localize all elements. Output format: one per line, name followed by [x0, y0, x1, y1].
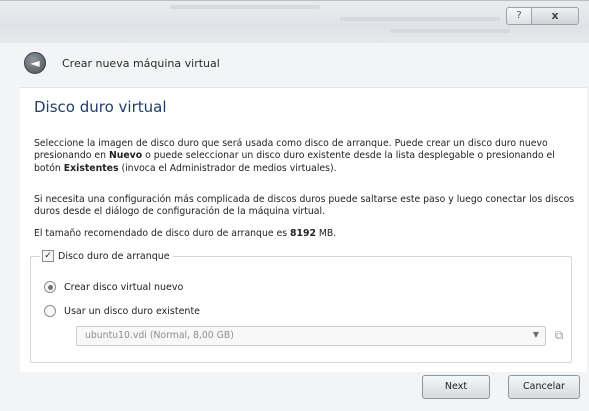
background-blur	[390, 29, 510, 33]
selected-disk-value: ubuntu10.vdi (Normal, 8,00 GB)	[85, 330, 234, 341]
wizard-window: ? x ◄ Crear nueva máquina virtual Disco …	[0, 0, 589, 411]
background-blur	[170, 5, 320, 9]
advanced-note-paragraph: Si necesita una configuración más compli…	[34, 194, 575, 218]
close-button[interactable]: x	[531, 7, 579, 25]
bold-nuevo: Nuevo	[108, 150, 143, 162]
help-button[interactable]: ?	[506, 7, 531, 25]
title-bar: ? x	[0, 1, 589, 43]
checkbox-checked-icon[interactable]: ✓	[42, 250, 54, 262]
wizard-title: Crear nueva máquina virtual	[62, 57, 220, 70]
next-button[interactable]: Next	[422, 375, 490, 399]
bold-existentes: Existentes	[63, 162, 119, 174]
existing-disk-select[interactable]: ubuntu10.vdi (Normal, 8,00 GB) ▼	[76, 326, 546, 346]
description-paragraph: Seleccione la imagen de disco duro que s…	[34, 138, 555, 174]
radio-create-new-disk[interactable]: Crear disco virtual nuevo	[44, 281, 183, 293]
radio-unselected-icon[interactable]	[44, 305, 56, 317]
recommended-size-value: 8192	[290, 228, 316, 239]
boot-disk-label: Disco duro de arranque	[58, 250, 170, 262]
radio-selected-icon[interactable]	[44, 281, 56, 293]
boot-disk-checkbox[interactable]: ✓ Disco duro de arranque	[40, 250, 173, 262]
wizard-page: Disco duro virtual Seleccione la imagen …	[20, 87, 587, 372]
page-title: Disco duro virtual	[34, 98, 167, 116]
folder-open-icon[interactable]: ⧉	[550, 326, 568, 344]
back-arrow-icon[interactable]: ◄	[24, 52, 46, 74]
radio-create-new-label: Crear disco virtual nuevo	[64, 281, 184, 293]
chevron-down-icon[interactable]: ▼	[533, 330, 539, 339]
radio-use-existing-disk[interactable]: Usar un disco duro existente	[44, 305, 200, 317]
background-blur	[340, 17, 500, 21]
recommended-size-text: El tamaño recomendado de disco duro de a…	[34, 228, 337, 239]
radio-use-existing-label: Usar un disco duro existente	[64, 305, 201, 317]
cancel-button[interactable]: Cancelar	[508, 375, 580, 399]
